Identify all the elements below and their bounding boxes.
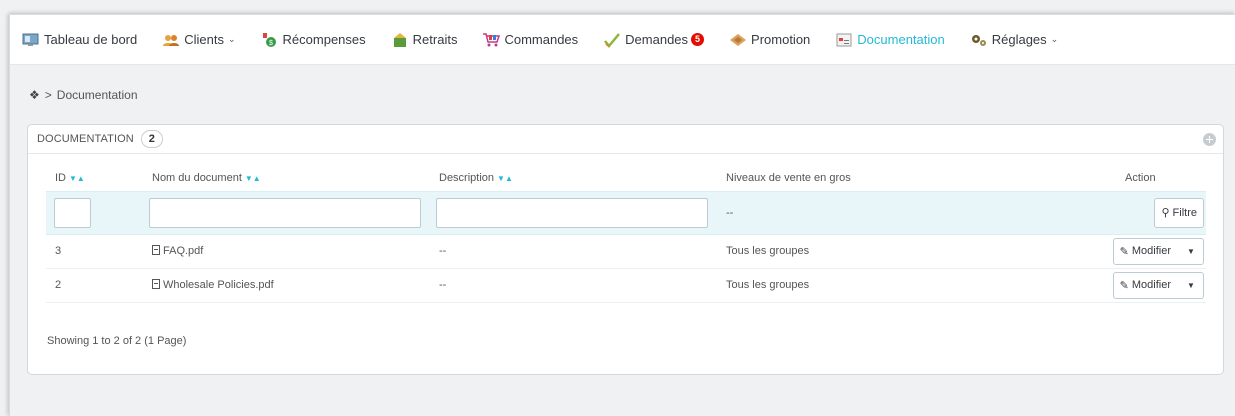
nav-label: Récompenses — [282, 32, 366, 47]
pdf-file-icon — [152, 279, 160, 289]
cell-action: ✎ Modifier ▼ — [1067, 268, 1206, 303]
filter-button[interactable]: ⚲ Filtre — [1154, 197, 1204, 228]
orders-icon — [482, 32, 501, 48]
documentation-table: ID ▼▲ Nom du document ▼▲ Description ▼▲ Niv… — [46, 165, 1206, 303]
cell-name: Wholesale Policies.pdf — [143, 268, 430, 303]
cell-action: ✎ Modifier ▼ — [1067, 234, 1206, 269]
nav-clients[interactable]: Clients ⌄ — [162, 15, 236, 65]
documentation-panel: DOCUMENTATION 2 ID ▼▲ Nom du document ▼▲ D… — [27, 124, 1224, 375]
document-link[interactable]: FAQ.pdf — [163, 245, 203, 257]
nav-demandes[interactable]: Demandes 5 — [603, 15, 705, 65]
edit-button[interactable]: ✎ Modifier — [1114, 273, 1179, 298]
requests-icon — [603, 32, 621, 48]
breadcrumb-separator: > — [44, 88, 52, 102]
svg-text:$: $ — [269, 40, 273, 47]
nav-label: Commandes — [504, 32, 579, 47]
promotion-icon — [729, 32, 747, 48]
table-header-row: ID ▼▲ Nom du document ▼▲ Description ▼▲ Niv… — [46, 165, 1206, 191]
pdf-file-icon — [152, 245, 160, 255]
table-row: 3 FAQ.pdf -- Tous les groupes ✎ Modifier … — [46, 234, 1206, 269]
sort-icon[interactable]: ▼▲ — [497, 174, 513, 183]
pencil-icon: ✎ — [1119, 279, 1129, 292]
sort-icon[interactable]: ▼▲ — [69, 174, 85, 183]
clients-icon — [162, 32, 180, 48]
filter-cell — [430, 190, 717, 235]
rewards-icon: $ — [261, 32, 279, 48]
withdrawals-icon — [391, 32, 409, 48]
column-header-name[interactable]: Nom du document ▼▲ — [143, 165, 430, 191]
nav-recompenses[interactable]: $ Récompenses — [261, 15, 366, 65]
app-frame: Tableau de bord Clients ⌄ $ Récompenses … — [9, 14, 1235, 416]
column-header-levels: Niveaux de vente en gros — [717, 165, 1067, 191]
edit-label: Modifier — [1131, 245, 1171, 257]
documentation-icon — [835, 32, 853, 48]
filter-cell: -- — [717, 190, 1067, 235]
add-icon[interactable] — [1203, 133, 1216, 146]
nav-label: Retraits — [412, 32, 458, 47]
pencil-icon: ✎ — [1119, 245, 1129, 258]
header-label: ID — [55, 171, 66, 184]
filter-button-label: Filtre — [1172, 206, 1197, 219]
nav-promotion[interactable]: Promotion — [729, 15, 810, 65]
header-label: Niveaux de vente en gros — [726, 171, 851, 184]
home-icon[interactable]: ❖ — [29, 88, 40, 102]
edit-label: Modifier — [1131, 279, 1171, 291]
cell-levels: Tous les groupes — [717, 268, 1067, 303]
column-header-action: Action — [1067, 165, 1206, 191]
filter-row: -- ⚲ Filtre — [46, 190, 1206, 235]
count-badge: 2 — [140, 130, 163, 148]
notification-badge: 5 — [691, 33, 705, 46]
filter-cell — [46, 190, 143, 235]
column-header-id[interactable]: ID ▼▲ — [46, 165, 143, 191]
header-label: Action — [1125, 171, 1156, 184]
filter-cell — [143, 190, 430, 235]
action-button-group: ✎ Modifier ▼ — [1112, 271, 1204, 299]
sort-icon[interactable]: ▼▲ — [245, 174, 261, 183]
breadcrumb: ❖ > Documentation — [29, 88, 138, 102]
cell-description: -- — [430, 234, 717, 269]
panel-title: DOCUMENTATION — [37, 133, 134, 145]
filter-cell: ⚲ Filtre — [1067, 190, 1206, 235]
nav-reglages[interactable]: Réglages ⌄ — [970, 15, 1058, 65]
filter-name-input[interactable] — [149, 197, 421, 228]
header-label: Description — [439, 171, 495, 184]
chevron-down-icon: ⌄ — [1050, 34, 1059, 44]
pagination-summary: Showing 1 to 2 of 2 (1 Page) — [47, 335, 187, 347]
header-label: Nom du document — [152, 171, 242, 184]
top-navigation: Tableau de bord Clients ⌄ $ Récompenses … — [10, 15, 1235, 65]
caret-down-icon[interactable]: ▼ — [1179, 239, 1203, 264]
cell-description: -- — [430, 268, 717, 303]
filter-description-input[interactable] — [436, 197, 708, 228]
chevron-down-icon: ⌄ — [228, 34, 236, 44]
filter-levels-placeholder: -- — [726, 206, 734, 219]
table-row: 2 Wholesale Policies.pdf -- Tous les gro… — [46, 268, 1206, 303]
nav-tableau-de-bord[interactable]: Tableau de bord — [22, 15, 137, 65]
breadcrumb-current: Documentation — [56, 88, 138, 102]
settings-icon — [970, 32, 988, 48]
nav-label: Tableau de bord — [44, 32, 138, 47]
nav-label: Documentation — [857, 32, 945, 47]
filter-id-input[interactable] — [54, 197, 91, 228]
cell-name: FAQ.pdf — [143, 234, 430, 269]
search-icon: ⚲ — [1161, 207, 1170, 219]
action-button-group: ✎ Modifier ▼ — [1112, 237, 1204, 265]
nav-commandes[interactable]: Commandes — [482, 15, 578, 65]
cell-levels: Tous les groupes — [717, 234, 1067, 269]
nav-documentation[interactable]: Documentation — [835, 15, 945, 65]
document-link[interactable]: Wholesale Policies.pdf — [163, 279, 274, 291]
nav-label: Demandes — [625, 32, 689, 47]
nav-label: Clients — [184, 32, 224, 47]
panel-header: DOCUMENTATION 2 — [28, 125, 1223, 154]
nav-retraits[interactable]: Retraits — [391, 15, 458, 65]
caret-down-icon[interactable]: ▼ — [1179, 273, 1203, 298]
column-header-description[interactable]: Description ▼▲ — [430, 165, 717, 191]
edit-button[interactable]: ✎ Modifier — [1114, 239, 1179, 264]
nav-label: Promotion — [751, 32, 811, 47]
dashboard-icon — [22, 32, 40, 48]
cell-id: 2 — [46, 268, 143, 303]
nav-label: Réglages — [991, 32, 1047, 47]
cell-id: 3 — [46, 234, 143, 269]
